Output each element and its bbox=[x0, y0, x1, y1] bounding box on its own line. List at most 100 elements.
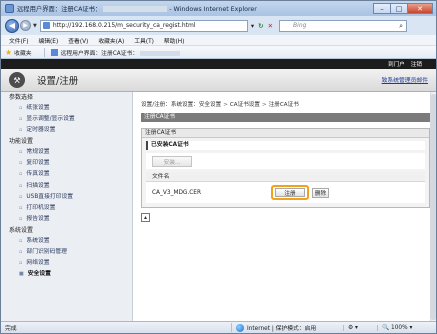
history-dropdown-icon[interactable]: ▼ bbox=[33, 23, 37, 29]
back-button[interactable]: ◀ bbox=[5, 18, 19, 33]
page-header: ⚒ 设置/注册 致系统管理员邮件 bbox=[1, 69, 436, 92]
search-placeholder: Bing bbox=[293, 22, 307, 29]
bullet-icon: ▫ bbox=[19, 193, 23, 200]
url-text: http://192.168.0.215/m_security_ca_regis… bbox=[52, 22, 196, 29]
sidebar-item-copy[interactable]: ▫ 复印设置 bbox=[1, 158, 132, 169]
sidebar-item-label: 系统设置 bbox=[26, 237, 50, 244]
certificate-table: 文件名 CA_V3_MDG.CER 注册 删除 bbox=[146, 172, 425, 203]
vertical-scrollbar[interactable] bbox=[430, 92, 436, 321]
page-content: 到门户 注销 ⚒ 设置/注册 致系统管理员邮件 参数选择 ▫ 纸张设置 ▫ 显示调整… bbox=[1, 59, 436, 321]
portal-link[interactable]: 到门户 bbox=[388, 60, 405, 68]
protected-mode-settings[interactable]: ⚙ ▾ bbox=[343, 324, 377, 331]
menu-edit[interactable]: 编辑(E) bbox=[38, 36, 58, 45]
address-bar: ◀ ▶ ▼ http://192.168.0.215/m_security_ca… bbox=[1, 16, 436, 35]
sidebar-item-system[interactable]: ▫ 系统设置 bbox=[1, 236, 132, 247]
menu-file[interactable]: 文件(F) bbox=[9, 36, 28, 45]
sidebar-item-paper[interactable]: ▫ 纸张设置 bbox=[1, 103, 132, 114]
close-button[interactable]: ✕ bbox=[407, 3, 433, 14]
bullet-icon: ▫ bbox=[19, 160, 23, 167]
sidebar-item-security[interactable]: ■ 安全设置 bbox=[1, 269, 132, 280]
url-dropdown-icon[interactable]: ▾ bbox=[251, 22, 254, 30]
security-zone[interactable]: Internet | 保护模式：启用 bbox=[231, 323, 343, 332]
sidebar-item-label: 纸张设置 bbox=[26, 105, 50, 111]
page-title: 设置/注册 bbox=[37, 76, 79, 87]
bullet-icon: ▫ bbox=[19, 127, 23, 134]
browser-window: 远程用户界面：注册CA证书： - Windows Internet Explore… bbox=[0, 0, 437, 334]
sidebar-item-scan[interactable]: ▫ 扫描设置 bbox=[1, 181, 132, 192]
zoom-level[interactable]: 🔍 100% ▾ bbox=[377, 324, 412, 331]
menu-help[interactable]: 帮助(H) bbox=[164, 36, 184, 45]
certificate-filename: CA_V3_MDG.CER bbox=[152, 189, 202, 196]
sidebar-item-label: 传真设置 bbox=[26, 171, 50, 178]
favorites-star-icon[interactable]: ★ bbox=[5, 48, 12, 57]
menu-favorites[interactable]: 收藏夹(A) bbox=[98, 36, 124, 45]
bullet-icon: ▫ bbox=[19, 260, 23, 267]
url-field[interactable]: http://192.168.0.215/m_security_ca_regis… bbox=[39, 19, 248, 32]
top-strip: 到门户 注销 bbox=[1, 59, 436, 69]
maximize-button[interactable]: □ bbox=[390, 3, 408, 14]
title-suffix: - Windows Internet Explorer bbox=[169, 6, 257, 13]
register-button[interactable]: 注册 bbox=[275, 188, 305, 197]
sidebar-item-label: 网络设置 bbox=[26, 260, 50, 267]
logout-link[interactable]: 注销 bbox=[411, 60, 422, 68]
sidebar-item-label: 常规设置 bbox=[26, 149, 50, 156]
breadcrumb-separator: > bbox=[223, 102, 228, 108]
bullet-icon: ▫ bbox=[19, 249, 23, 256]
bullet-icon: ▫ bbox=[19, 105, 23, 111]
zone-text: Internet | 保护模式：启用 bbox=[247, 326, 317, 332]
favorites-bar: ★ 收藏夹 远程用户界面：注册CA证书： bbox=[1, 46, 436, 59]
sidebar-item-fax[interactable]: ▫ 传真设置 bbox=[1, 169, 132, 180]
bullet-active-icon: ■ bbox=[19, 271, 24, 278]
sidebar-item-label: 安全设置 bbox=[27, 271, 51, 278]
sidebar-item-timer[interactable]: ▫ 定时器设置 bbox=[1, 125, 132, 136]
main-content: 设置/注册：系统设置：安全设置 > CA证书设置 > 注册CA证书 注册CA证书 注册C… bbox=[141, 100, 430, 222]
menu-tools[interactable]: 工具(T) bbox=[134, 36, 154, 45]
search-field[interactable]: Bing ⌕ bbox=[279, 19, 408, 32]
browser-tab[interactable]: 远程用户界面：注册CA证书： bbox=[61, 48, 181, 57]
redacted-tab-name bbox=[140, 50, 181, 56]
tab-title: 远程用户界面：注册CA证书： bbox=[60, 50, 139, 57]
ie-icon bbox=[5, 4, 14, 13]
sidebar-item-network[interactable]: ▫ 网络设置 bbox=[1, 258, 132, 269]
panel-title: 注册CA证书 bbox=[142, 129, 429, 138]
page-icon bbox=[42, 22, 50, 29]
breadcrumb-current: 注册CA证书 bbox=[268, 102, 299, 108]
breadcrumb-item[interactable]: CA证书设置 bbox=[230, 102, 260, 108]
status-text: 完成 bbox=[5, 326, 17, 332]
favorites-label[interactable]: 收藏夹 bbox=[14, 48, 31, 57]
title-bar: 远程用户界面：注册CA证书： - Windows Internet Explore… bbox=[1, 1, 436, 16]
bullet-icon: ▫ bbox=[19, 182, 23, 189]
sidebar-item-label: 报告设置 bbox=[26, 215, 50, 222]
sidebar-group-preferences: 参数选择 bbox=[9, 94, 34, 101]
bullet-icon: ▫ bbox=[19, 204, 23, 211]
scrollbar-thumb[interactable] bbox=[431, 94, 436, 320]
breadcrumb-item[interactable]: 设置/注册：系统设置：安全设置 bbox=[141, 102, 221, 108]
delete-button[interactable]: 删除 bbox=[312, 188, 329, 198]
table-header-filename: 文件名 bbox=[146, 172, 425, 182]
sidebar-item-usb-print[interactable]: ▫ USB直接打印设置 bbox=[1, 192, 132, 203]
bullet-icon: ▫ bbox=[19, 116, 23, 123]
sidebar-item-printer[interactable]: ▫ 打印机设置 bbox=[1, 203, 132, 214]
sidebar-item-report[interactable]: ▫ 报告设置 bbox=[1, 214, 132, 225]
minimize-button[interactable]: – bbox=[373, 3, 391, 14]
stop-icon[interactable]: ✕ bbox=[268, 22, 273, 30]
mail-admin-link[interactable]: 致系统管理员邮件 bbox=[382, 75, 428, 84]
breadcrumb-separator: > bbox=[262, 102, 267, 108]
forward-button[interactable]: ▶ bbox=[20, 20, 31, 31]
favbar-divider bbox=[43, 47, 45, 57]
bullet-icon: ▫ bbox=[19, 215, 23, 222]
page-top-icon[interactable]: ▴ bbox=[141, 213, 150, 222]
sidebar-item-label: 部门识别码管理 bbox=[26, 249, 67, 256]
sidebar-item-dept-id[interactable]: ▫ 部门识别码管理 bbox=[1, 247, 132, 258]
sidebar-item-common[interactable]: ▫ 常规设置 bbox=[1, 147, 132, 158]
install-button[interactable]: 安装... bbox=[152, 155, 192, 167]
address-tools: ▾ ↻ ✕ bbox=[251, 22, 277, 30]
sidebar-group-function: 功能设置 bbox=[9, 138, 34, 146]
menu-view[interactable]: 查看(V) bbox=[68, 36, 88, 45]
refresh-icon[interactable]: ↻ bbox=[258, 22, 263, 30]
search-icon[interactable]: ⌕ bbox=[399, 22, 403, 31]
sidebar-item-label: 显示调整/显示设置 bbox=[26, 116, 75, 123]
sidebar-item-display[interactable]: ▫ 显示调整/显示设置 bbox=[1, 114, 132, 125]
sidebar-item-label: USB直接打印设置 bbox=[26, 193, 74, 200]
menu-bar: 文件(F) 编辑(E) 查看(V) 收藏夹(A) 工具(T) 帮助(H) bbox=[1, 35, 436, 46]
